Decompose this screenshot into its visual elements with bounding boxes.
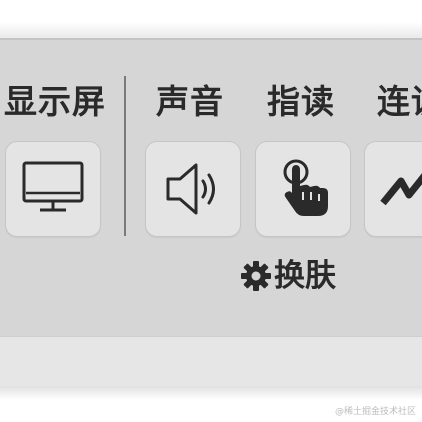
gear-icon: [241, 261, 271, 291]
tool-label-sound: 声音: [156, 82, 224, 121]
speaker-icon: [166, 163, 215, 215]
tool-label-continuous: 连读: [377, 82, 422, 121]
tool-label-pointread: 指读: [267, 82, 335, 121]
sound-button[interactable]: [145, 141, 241, 237]
top-shadow: [0, 22, 422, 38]
monitor-icon: [22, 161, 84, 212]
pointing-hand-icon: [283, 159, 328, 216]
bottom-strip: [0, 336, 422, 386]
toolbar-divider: [124, 76, 126, 236]
skin-label: 换肤: [274, 258, 336, 294]
tool-label-display: 显示屏: [4, 82, 106, 121]
pointread-button[interactable]: [255, 141, 351, 237]
continuous-button[interactable]: [364, 141, 422, 237]
watermark: @稀土掘金技术社区: [334, 407, 416, 417]
toolbar-panel: 显示屏 声音 指读 连读: [0, 38, 422, 336]
zigzag-icon: [380, 173, 422, 206]
display-button[interactable]: [5, 141, 101, 237]
skin-button[interactable]: 换肤: [240, 254, 336, 298]
bottom-fade: [0, 386, 422, 400]
